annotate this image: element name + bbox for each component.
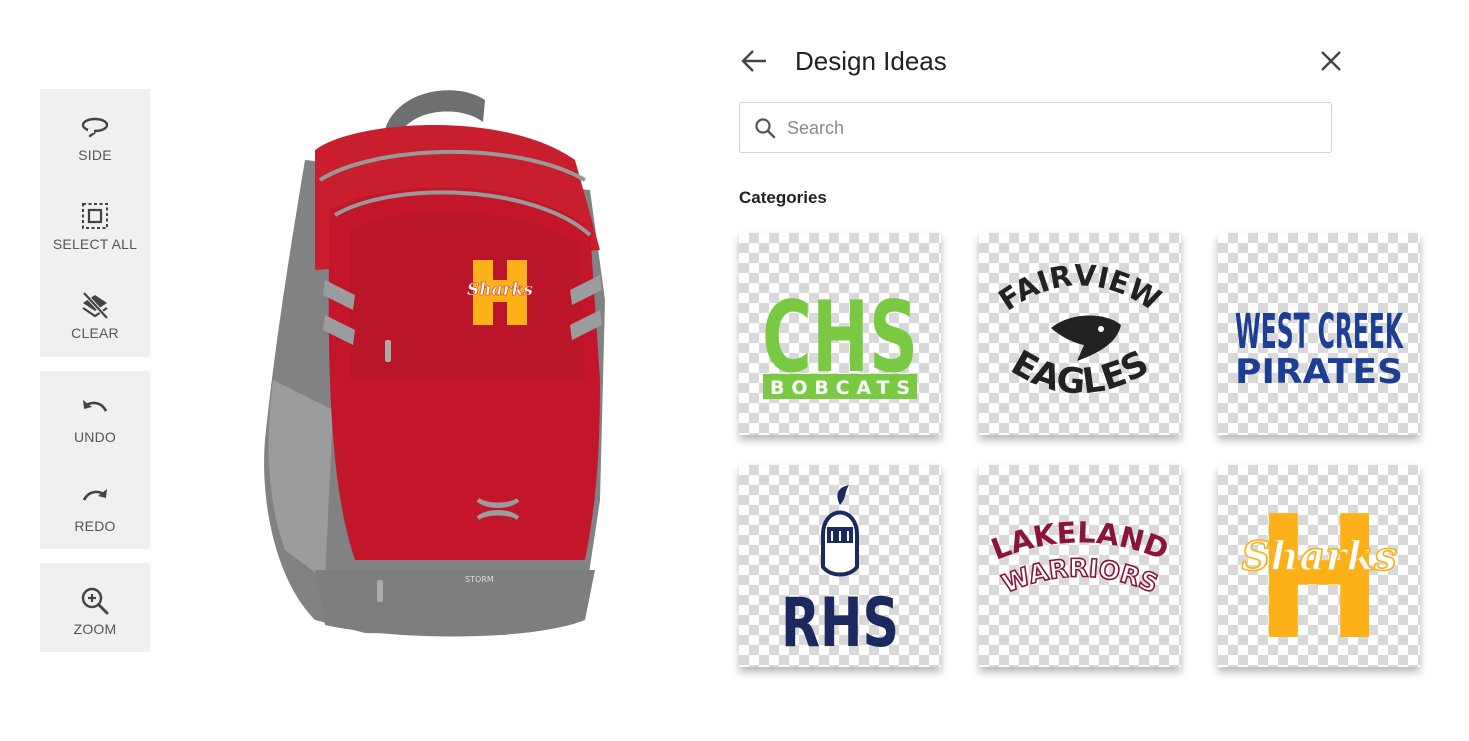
redo-icon (82, 489, 107, 501)
design-card-chs-bobcats[interactable]: CHS BOBCATS (739, 233, 941, 435)
undo-label: UNDO (73, 429, 117, 445)
backpack-base (315, 570, 595, 637)
undo-icon (83, 400, 108, 412)
eagle-head-icon (1051, 315, 1121, 361)
clear-label: CLEAR (71, 325, 119, 341)
toolbar-group-view: ZOOM (40, 563, 150, 652)
clear-button[interactable]: CLEAR (40, 267, 150, 356)
design-sharks-h: H Sharks (1241, 480, 1398, 667)
design-fairview-eagles: FAIRVIEW EAGLES (992, 258, 1166, 403)
categories-heading: Categories (739, 188, 827, 207)
search-input[interactable] (787, 111, 1317, 145)
knight-helmet-icon (821, 485, 859, 577)
design-card-west-creek-pirates[interactable]: WEST CREEK PIRATES (1218, 233, 1420, 435)
search-icon (755, 118, 776, 139)
design-rhs-line1: RHS (781, 584, 899, 663)
redo-button[interactable]: REDO (40, 460, 150, 549)
backpack-preview[interactable]: STORM Sharks (255, 80, 635, 650)
eagle-eye (1098, 326, 1104, 332)
panel-title: Design Ideas (795, 46, 947, 76)
brand-tag: STORM (465, 575, 494, 584)
design-westcreek-line2: PIRATES (1235, 352, 1403, 392)
toolbar-group-selection: SIDE SELECT ALL CLEAR (40, 89, 150, 357)
design-fairview-line2: EAGLES (1004, 343, 1155, 403)
back-arrow-icon[interactable] (738, 44, 772, 78)
side-button[interactable]: SIDE (40, 89, 150, 178)
design-card-lakeland-warriors[interactable]: LAKELAND WARRIORS (979, 465, 1181, 667)
rotate-side-icon (81, 117, 109, 138)
search-box (739, 102, 1332, 153)
zoom-in-icon (81, 587, 109, 615)
design-rhs-knight: RHS (781, 485, 899, 663)
redo-label: REDO (74, 518, 116, 534)
zoom-label: ZOOM (73, 621, 117, 637)
design-sharks-script: Sharks (1241, 533, 1396, 580)
applied-sharks-text: Sharks (467, 280, 533, 300)
undo-button[interactable]: UNDO (40, 371, 150, 460)
select-all-button[interactable]: SELECT ALL (40, 178, 150, 267)
clear-layers-icon (82, 291, 109, 320)
design-west-creek-pirates: WEST CREEK PIRATES (1235, 304, 1404, 392)
design-chs-bobcats: CHS BOBCATS (762, 281, 918, 399)
side-label: SIDE (78, 147, 112, 163)
zipper-pull (377, 580, 383, 602)
design-lakeland-line2: WARRIORS (998, 553, 1162, 598)
zoom-button[interactable]: ZOOM (40, 563, 150, 652)
toolbar-group-history: UNDO REDO (40, 371, 150, 549)
select-all-icon (82, 203, 108, 229)
close-icon[interactable] (1314, 44, 1348, 78)
zipper-pull-2 (385, 340, 391, 362)
select-all-label: SELECT ALL (52, 236, 138, 252)
design-card-fairview-eagles[interactable]: FAIRVIEW EAGLES (979, 233, 1181, 435)
design-chs-line2: BOBCATS (770, 377, 910, 399)
design-fairview-line1: FAIRVIEW (992, 258, 1166, 317)
design-card-sharks[interactable]: H Sharks (1218, 465, 1420, 667)
design-lakeland-warriors: LAKELAND WARRIORS (987, 515, 1174, 599)
design-card-rhs[interactable]: RHS (739, 465, 941, 667)
